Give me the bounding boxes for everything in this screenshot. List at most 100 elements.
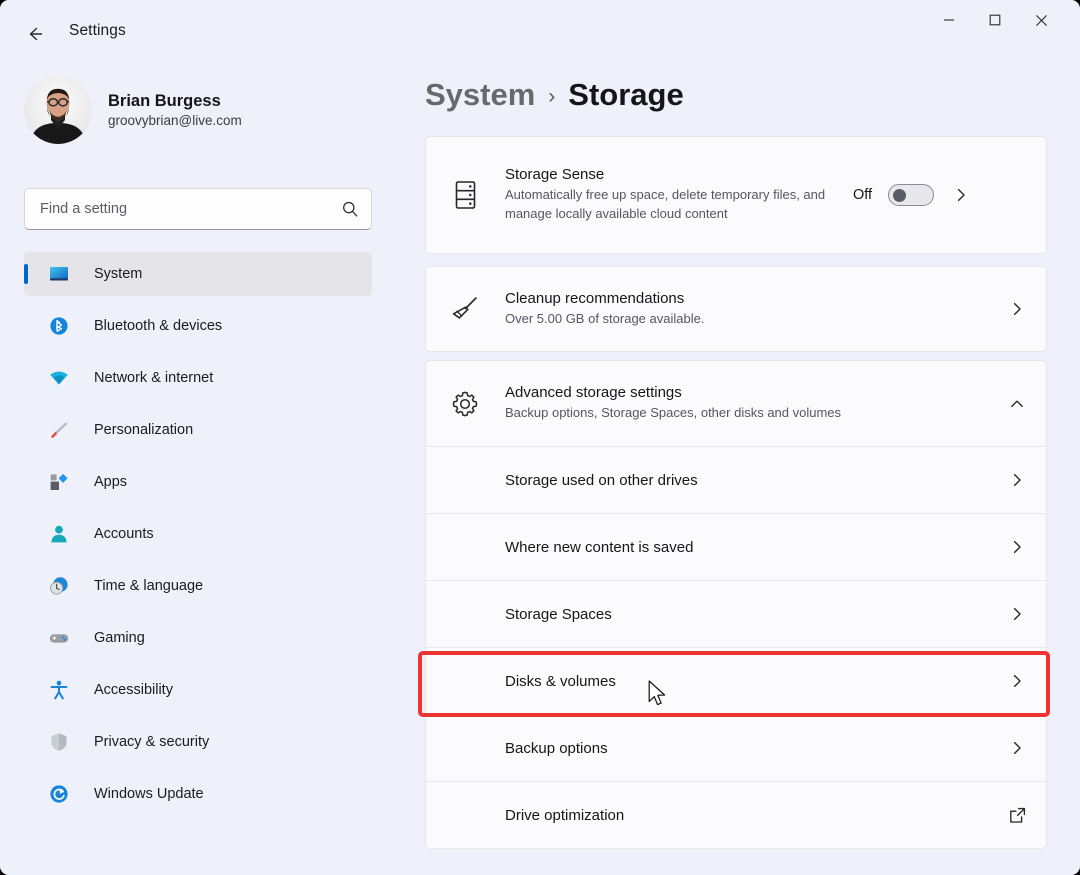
sidebar-item-time-language[interactable]: Time & language xyxy=(24,564,372,608)
toggle-knob xyxy=(893,189,906,202)
accessibility-icon xyxy=(46,677,72,703)
content-pane: System › Storage Storage Sen xyxy=(404,62,1080,875)
chevron-right-icon[interactable] xyxy=(1006,606,1028,622)
maximize-icon xyxy=(989,14,1001,26)
update-icon xyxy=(46,781,72,807)
storage-sense-card[interactable]: Storage Sense Automatically free up spac… xyxy=(425,136,1047,254)
sidebar-item-windows-update[interactable]: Windows Update xyxy=(24,772,372,816)
paintbrush-icon xyxy=(46,417,72,443)
avatar xyxy=(24,76,92,144)
sidebar-item-label: Accounts xyxy=(94,526,154,542)
sidebar-item-accounts[interactable]: Accounts xyxy=(24,512,372,556)
sidebar-item-system[interactable]: System xyxy=(24,252,372,296)
sub-item-label: Drive optimization xyxy=(505,807,1006,824)
sidebar-item-gaming[interactable]: Gaming xyxy=(24,616,372,660)
settings-window: Settings xyxy=(0,0,1080,875)
advanced-storage-header[interactable]: Advanced storage settings Backup options… xyxy=(426,361,1046,446)
advanced-storage-text: Advanced storage settings Backup options… xyxy=(505,384,1006,423)
sub-item-label: Storage used on other drives xyxy=(505,472,1006,489)
sidebar-item-label: Windows Update xyxy=(94,786,204,802)
advanced-storage-sublist: Storage used on other drives Where new co… xyxy=(426,446,1046,848)
external-link-icon[interactable] xyxy=(1006,807,1028,824)
advanced-sub-item-drive-optimization[interactable]: Drive optimization xyxy=(426,781,1046,848)
storage-sense-row[interactable]: Storage Sense Automatically free up spac… xyxy=(426,137,1046,253)
advanced-storage-subtitle: Backup options, Storage Spaces, other di… xyxy=(505,404,1006,423)
sidebar-item-label: Privacy & security xyxy=(94,734,209,750)
advanced-sub-item-disks-volumes[interactable]: Disks & volumes xyxy=(426,647,1046,714)
sidebar: Brian Burgess groovybrian@live.com Syste… xyxy=(0,62,404,875)
search-box[interactable] xyxy=(24,188,372,230)
app-title: Settings xyxy=(69,22,126,40)
broom-icon xyxy=(447,294,483,324)
storage-sense-title: Storage Sense xyxy=(505,166,853,183)
sidebar-item-label: Network & internet xyxy=(94,370,213,386)
sidebar-item-network-internet[interactable]: Network & internet xyxy=(24,356,372,400)
chevron-right-icon[interactable] xyxy=(1006,740,1028,756)
apps-icon xyxy=(46,469,72,495)
chevron-right-icon[interactable] xyxy=(1006,301,1028,317)
title-bar: Settings xyxy=(0,0,1080,62)
search-icon xyxy=(341,200,359,218)
chevron-up-icon[interactable] xyxy=(1006,396,1028,412)
storage-sense-text: Storage Sense Automatically free up spac… xyxy=(505,166,853,224)
minimize-icon xyxy=(943,14,955,26)
advanced-sub-item-storage-spaces[interactable]: Storage Spaces xyxy=(426,580,1046,647)
sub-item-label: Backup options xyxy=(505,740,1006,757)
storage-sense-controls: Off xyxy=(853,184,972,206)
chevron-right-icon[interactable] xyxy=(1006,539,1028,555)
drive-stack-icon xyxy=(447,180,483,210)
monitor-icon xyxy=(46,261,72,287)
profile-email: groovybrian@live.com xyxy=(108,113,242,128)
sidebar-item-label: Time & language xyxy=(94,578,203,594)
breadcrumb-parent[interactable]: System xyxy=(425,77,535,113)
profile-name: Brian Burgess xyxy=(108,92,242,111)
minimize-button[interactable] xyxy=(926,0,972,40)
cleanup-recommendations-card[interactable]: Cleanup recommendations Over 5.00 GB of … xyxy=(425,266,1047,352)
cleanup-text: Cleanup recommendations Over 5.00 GB of … xyxy=(505,290,1006,329)
sub-item-label: Storage Spaces xyxy=(505,606,1006,623)
sidebar-item-label: Personalization xyxy=(94,422,193,438)
breadcrumb: System › Storage xyxy=(425,77,684,113)
chevron-right-icon[interactable] xyxy=(950,187,972,203)
search-input[interactable] xyxy=(40,201,341,217)
advanced-sub-item-where-new-content-is-saved[interactable]: Where new content is saved xyxy=(426,513,1046,580)
sidebar-item-label: Accessibility xyxy=(94,682,173,698)
advanced-sub-item-storage-used-on-other-drives[interactable]: Storage used on other drives xyxy=(426,446,1046,513)
sidebar-item-apps[interactable]: Apps xyxy=(24,460,372,504)
sidebar-item-label: Gaming xyxy=(94,630,145,646)
close-icon xyxy=(1035,14,1048,27)
advanced-storage-settings-card: Advanced storage settings Backup options… xyxy=(425,360,1047,849)
sidebar-item-bluetooth-devices[interactable]: Bluetooth & devices xyxy=(24,304,372,348)
user-profile[interactable]: Brian Burgess groovybrian@live.com xyxy=(24,76,242,144)
advanced-storage-title: Advanced storage settings xyxy=(505,384,1006,401)
sidebar-item-personalization[interactable]: Personalization xyxy=(24,408,372,452)
storage-sense-toggle-state: Off xyxy=(853,187,872,203)
storage-sense-subtitle: Automatically free up space, delete temp… xyxy=(505,186,853,224)
shield-icon xyxy=(46,729,72,755)
advanced-storage-controls xyxy=(1006,396,1028,412)
storage-sense-toggle[interactable] xyxy=(888,184,934,206)
cleanup-title: Cleanup recommendations xyxy=(505,290,1006,307)
sidebar-item-label: Apps xyxy=(94,474,127,490)
wifi-icon xyxy=(46,365,72,391)
sidebar-item-privacy-security[interactable]: Privacy & security xyxy=(24,720,372,764)
gear-icon xyxy=(447,389,483,419)
cleanup-row[interactable]: Cleanup recommendations Over 5.00 GB of … xyxy=(426,267,1046,351)
page-title: Storage xyxy=(568,77,683,113)
back-button[interactable] xyxy=(18,18,52,50)
chevron-right-icon[interactable] xyxy=(1006,472,1028,488)
sidebar-item-accessibility[interactable]: Accessibility xyxy=(24,668,372,712)
back-arrow-icon xyxy=(25,24,45,44)
advanced-sub-item-backup-options[interactable]: Backup options xyxy=(426,714,1046,781)
chevron-right-icon[interactable] xyxy=(1006,673,1028,689)
avatar-photo xyxy=(24,76,92,144)
close-button[interactable] xyxy=(1018,0,1064,40)
gamepad-icon xyxy=(46,625,72,651)
selection-indicator xyxy=(24,264,28,284)
nav-list: System Bluetooth & devices Network & inter… xyxy=(24,252,372,824)
sidebar-item-label: System xyxy=(94,266,142,282)
maximize-button[interactable] xyxy=(972,0,1018,40)
sidebar-item-label: Bluetooth & devices xyxy=(94,318,222,334)
sub-item-label: Where new content is saved xyxy=(505,539,1006,556)
breadcrumb-separator-icon: › xyxy=(548,81,555,109)
